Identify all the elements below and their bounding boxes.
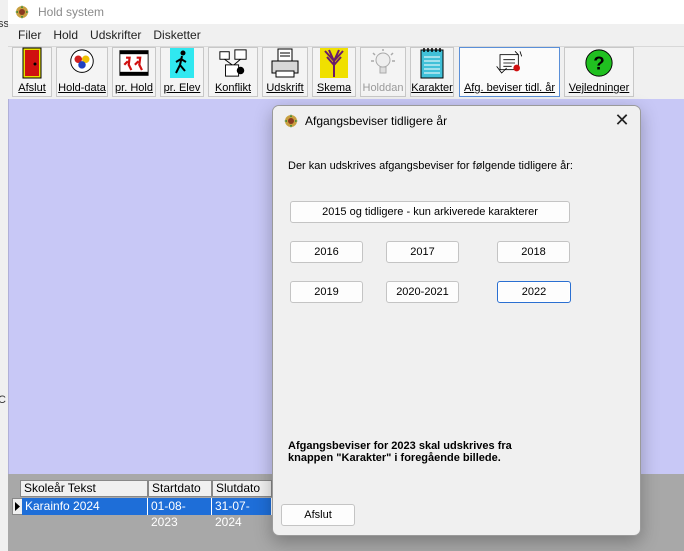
film-strip-icon [119,47,149,79]
title-bar: Hold system [8,0,684,24]
year-2016-button[interactable]: 2016 [290,241,363,263]
holddan-toolbar-button[interactable]: Holddan [360,47,406,97]
conflict-diagram-icon [218,47,248,79]
grid-cell-skolear[interactable]: Karainfo 2024 [22,498,148,515]
konflikt-toolbar-button[interactable]: Konflikt [208,47,258,97]
year-2022-button[interactable]: 2022 [497,281,571,303]
dialog-intro-text: Der kan udskrives afgangsbeviser for føl… [288,160,573,172]
notepad-icon [417,47,447,79]
app-logo-icon [15,5,29,19]
menu-bar: Filer Hold Udskrifter Disketter [8,25,684,45]
dialog-logo-icon [284,114,298,128]
grid-header-slutdato[interactable]: Slutdato [212,480,272,497]
afgangsbeviser-dialog: Afgangsbeviser tidligere år ✕ Der kan ud… [272,105,641,536]
afslut-dialog-button[interactable]: Afslut [281,504,355,526]
year-2017-button[interactable]: 2017 [386,241,459,263]
menu-filer[interactable]: Filer [12,28,47,42]
hold-data-icon [67,47,97,79]
year-2020-2021-button[interactable]: 2020-2021 [386,281,459,303]
vejledninger-toolbar-button[interactable]: ? Vejledninger [564,47,634,97]
grid-header-skolear[interactable]: Skoleår Tekst [20,480,148,497]
karakter-toolbar-button[interactable]: Karakter [410,47,454,97]
close-icon[interactable]: ✕ [612,111,632,131]
walking-person-icon [167,47,197,79]
printer-icon [270,47,300,79]
hold-data-toolbar-button[interactable]: Hold-data [56,47,108,97]
toolbar: Afslut Hold-data pr. Hold pr. Elev Konfl… [8,46,684,98]
dialog-title: Afgangsbeviser tidligere år [305,114,448,128]
afg-beviser-toolbar-button[interactable]: Afg. beviser tidl. år [459,47,560,97]
skema-toolbar-button[interactable]: Skema [312,47,356,97]
left-window-edge: ss C [0,0,9,551]
archive-2015-button[interactable]: 2015 og tidligere - kun arkiverede karak… [290,201,570,223]
question-mark-icon: ? [584,47,614,79]
exit-door-icon [17,47,47,79]
afslut-toolbar-button[interactable]: Afslut [12,47,52,97]
udskrift-toolbar-button[interactable]: Udskrift [262,47,308,97]
dialog-title-bar: Afgangsbeviser tidligere år ✕ [273,106,640,136]
pr-elev-toolbar-button[interactable]: pr. Elev [160,47,204,97]
grid-cell-startdato[interactable]: 01-08-2023 [148,498,212,529]
certificate-icon [495,47,525,79]
pr-hold-toolbar-button[interactable]: pr. Hold [112,47,156,97]
menu-udskrifter[interactable]: Udskrifter [84,28,147,42]
schedule-icon [319,47,349,79]
grid-header-startdato[interactable]: Startdato [148,480,212,497]
menu-hold[interactable]: Hold [47,28,84,42]
left-edge-fragment: C [0,394,6,406]
year-2019-button[interactable]: 2019 [290,281,363,303]
grid-cell-slutdato[interactable]: 31-07-2024 [212,498,272,529]
svg-text:?: ? [593,53,604,74]
year-2018-button[interactable]: 2018 [497,241,570,263]
dialog-note: Afgangsbeviser for 2023 skal udskrives f… [288,440,512,464]
menu-disketter[interactable]: Disketter [147,28,206,42]
window-title: Hold system [38,5,105,19]
lightbulb-icon [368,47,398,79]
